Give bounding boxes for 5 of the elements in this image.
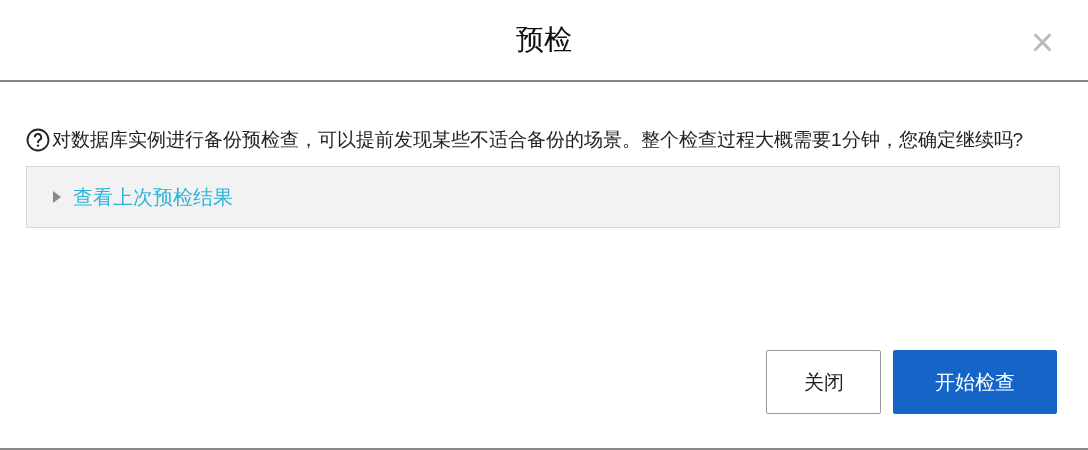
start-check-button[interactable]: 开始检查 bbox=[893, 350, 1057, 414]
close-dialog-button[interactable]: 关闭 bbox=[766, 350, 881, 414]
help-icon bbox=[26, 128, 50, 152]
confirm-message: 对数据库实例进行备份预检查，可以提前发现某些不适合备份的场景。整个检查过程大概需要1分钟，您确定继续吗? bbox=[52, 128, 1024, 152]
dialog-title: 预检 bbox=[516, 23, 572, 57]
